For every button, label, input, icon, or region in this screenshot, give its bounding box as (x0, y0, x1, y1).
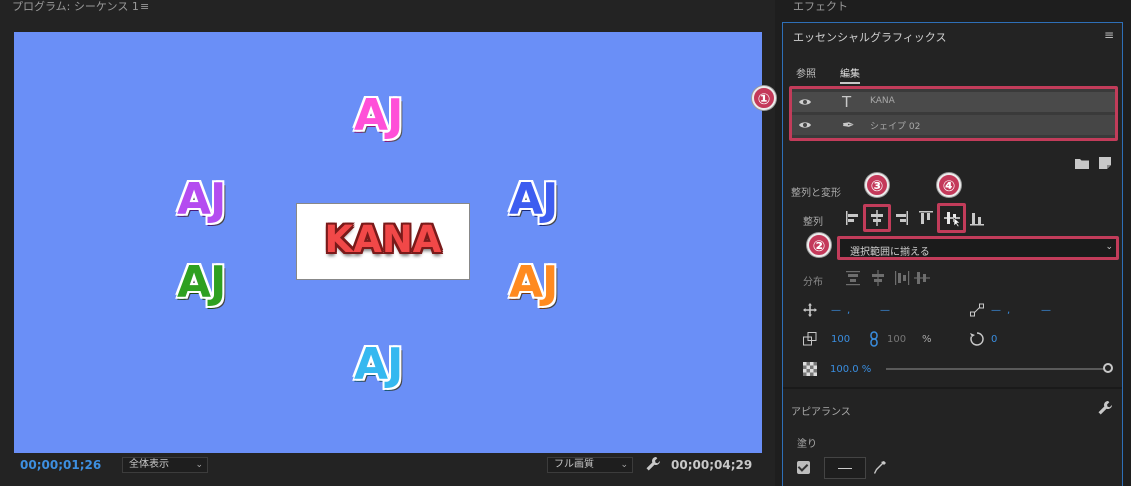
position-x[interactable]: — (831, 305, 841, 316)
anchor-point-icon (970, 303, 984, 317)
fill-checkbox[interactable] (797, 461, 810, 474)
effects-panel-tab[interactable]: エフェクト (782, 0, 1131, 14)
essential-graphics-panel: エッセンシャルグラフィックス ≡ 参照 編集 T KANA ✒ シェイプ 02 … (782, 22, 1123, 486)
fit-select-value: 全体表示 (129, 459, 169, 470)
tab-edit[interactable]: 編集 (840, 65, 860, 84)
panel-menu-icon[interactable]: ≡ (1104, 28, 1114, 42)
position-sep: , (847, 305, 851, 316)
wrench-icon[interactable] (645, 456, 661, 472)
highlight-align-center (863, 204, 891, 232)
eyedropper-icon[interactable] (873, 460, 887, 476)
distribute-horizontal-icon[interactable] (844, 269, 862, 287)
scale-value[interactable]: 100 (831, 334, 850, 345)
layer-row-kana[interactable]: T KANA (792, 92, 1115, 112)
align-transform-section-title: 整列と変形 (791, 188, 841, 199)
align-top-icon[interactable] (917, 208, 935, 228)
new-layer-icon[interactable] (1099, 157, 1111, 169)
wrench-icon[interactable] (1097, 400, 1113, 416)
quality-select[interactable]: フル画質 ⌄ (547, 457, 633, 473)
section-divider (783, 387, 1122, 389)
scale-width-value: 100 (887, 334, 907, 345)
eye-icon[interactable] (798, 119, 812, 131)
layer-name: KANA (870, 96, 895, 106)
chevron-down-icon: ⌄ (195, 460, 203, 470)
program-canvas[interactable]: AJ AJ AJ AJ AJ AJ KANA (14, 32, 762, 453)
pen-shape-icon: ✒ (842, 116, 855, 134)
kana-shape-box[interactable]: KANA (296, 203, 470, 280)
position-y[interactable]: — (880, 305, 890, 316)
panel-title: エッセンシャルグラフィックス (793, 31, 947, 44)
align-label: 整列 (803, 217, 823, 228)
scale-icon (803, 332, 817, 346)
chevron-down-icon: ⌄ (620, 460, 628, 470)
opacity-value[interactable]: 100.0 % (830, 364, 871, 375)
aj-title-right-upper[interactable]: AJ (509, 174, 558, 225)
eye-icon[interactable] (798, 96, 812, 108)
link-chain-icon[interactable] (869, 331, 879, 347)
layer-list: T KANA ✒ シェイプ 02 (789, 86, 1118, 141)
scale-unit: % (922, 334, 932, 345)
distribute-label: 分布 (803, 277, 823, 288)
align-right-icon[interactable] (892, 208, 910, 228)
fill-color-swatch[interactable] (824, 457, 866, 479)
layer-name: シェイプ 02 (870, 122, 921, 132)
tab-browse[interactable]: 参照 (796, 65, 816, 80)
anchor-sep: , (1007, 305, 1011, 316)
move-arrows-icon (803, 303, 817, 317)
text-layer-icon: T (842, 93, 852, 111)
aj-title-left-lower[interactable]: AJ (177, 257, 226, 308)
annotation-badge-4: ④ (937, 173, 961, 197)
distribute-vertical-icon[interactable] (893, 269, 911, 287)
aj-title-top[interactable]: AJ (354, 90, 403, 141)
appearance-section-title: アピアランス (791, 407, 851, 418)
align-to-select-value: 選択範囲に揃える (850, 247, 930, 258)
layer-row-shape[interactable]: ✒ シェイプ 02 (792, 115, 1115, 135)
distribute-middle-icon[interactable] (913, 269, 931, 287)
current-timecode[interactable]: 00;00;01;26 (20, 458, 101, 472)
align-bottom-icon[interactable] (968, 208, 986, 228)
annotation-badge-1: ① (752, 86, 776, 110)
aj-title-left-upper[interactable]: AJ (177, 174, 226, 225)
distribute-center-icon[interactable] (869, 269, 887, 287)
opacity-slider-handle[interactable] (1103, 363, 1113, 373)
annotation-badge-2: ② (807, 233, 831, 257)
chevron-down-icon: ⌄ (1105, 242, 1113, 252)
anchor-x[interactable]: — (991, 305, 1001, 316)
kana-text-layer[interactable]: KANA (297, 218, 469, 261)
rotation-icon (970, 332, 984, 346)
align-to-select[interactable]: 選択範囲に揃える ⌄ (837, 236, 1119, 260)
rotation-value[interactable]: 0 (991, 334, 997, 345)
fill-label: 塗り (797, 439, 817, 450)
annotation-badge-3: ③ (865, 173, 889, 197)
new-group-folder-icon[interactable] (1075, 157, 1089, 169)
aj-title-right-lower[interactable]: AJ (509, 257, 558, 308)
program-monitor: プログラム: シーケンス 1 ≡ AJ AJ AJ AJ AJ AJ KANA … (0, 0, 775, 486)
opacity-slider-track[interactable] (886, 368, 1106, 370)
opacity-checker-icon (803, 362, 817, 376)
highlight-align-middle (937, 203, 966, 233)
quality-select-value: フル画質 (554, 459, 594, 470)
aj-title-bottom[interactable]: AJ (354, 339, 403, 390)
program-monitor-title: プログラム: シーケンス 1 (12, 0, 139, 13)
fit-select[interactable]: 全体表示 ⌄ (122, 457, 208, 473)
duration-timecode: 00;00;04;29 (671, 458, 753, 472)
align-left-icon[interactable] (844, 208, 862, 228)
program-menu-icon[interactable]: ≡ (140, 0, 149, 14)
anchor-y[interactable]: — (1041, 305, 1051, 316)
